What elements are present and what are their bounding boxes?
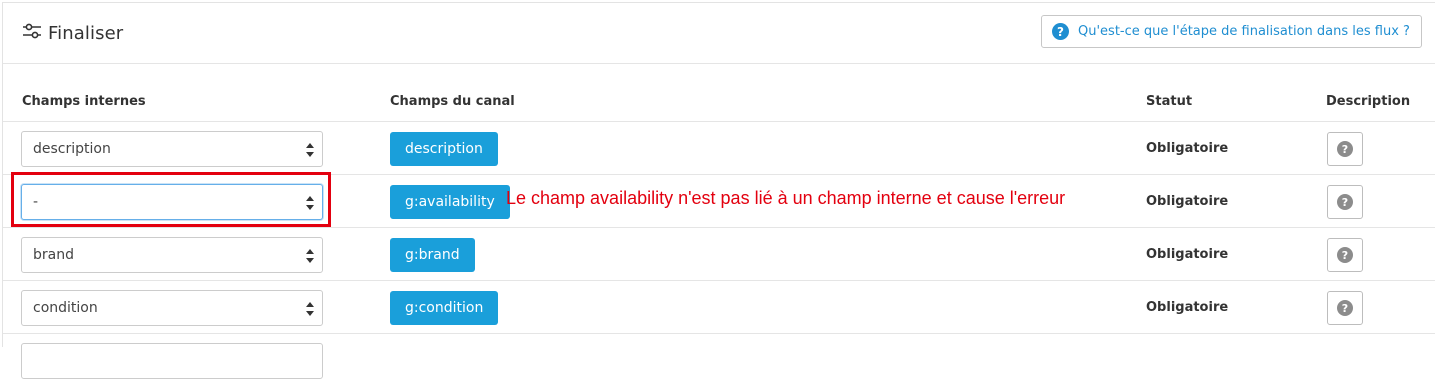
channel-field-tag: g:availability [390,185,510,219]
select-value: description [33,141,111,157]
internal-field-select[interactable]: brand [21,237,323,273]
description-help-button[interactable]: ? [1327,291,1363,325]
sort-caret-icon [306,249,314,263]
column-header-status: Statut [1146,94,1193,109]
question-circle-icon: ? [1337,194,1353,210]
description-help-button[interactable]: ? [1327,132,1363,166]
channel-field-tag: g:brand [390,238,475,272]
channel-field-tag: description [390,132,498,166]
question-circle-icon: ? [1337,247,1353,263]
column-header-description: Description [1326,94,1411,109]
table-row: brand g:brand Obligatoire ? [3,227,1435,281]
question-circle-icon: ? [1337,141,1353,157]
select-value: brand [33,247,74,263]
status-text: Obligatoire [1146,141,1229,156]
status-text: Obligatoire [1146,194,1229,209]
page-title: Finaliser [48,22,124,44]
status-text: Obligatoire [1146,247,1229,262]
internal-field-select[interactable] [21,343,323,379]
description-help-button[interactable]: ? [1327,185,1363,219]
help-link-label: Qu'est-ce que l'étape de finalisation da… [1078,24,1410,39]
panel-header: Finaliser ? Qu'est-ce que l'étape de fin… [3,3,1435,64]
select-value: condition [33,300,98,316]
question-circle-icon: ? [1337,300,1353,316]
internal-field-select[interactable]: description [21,131,323,167]
description-help-button[interactable]: ? [1327,238,1363,272]
column-header-channel: Champs du canal [390,94,515,109]
table-row: description description Obligatoire ? [3,121,1435,175]
sliders-icon [22,21,42,45]
header-title: Finaliser [22,21,123,45]
column-header-internal: Champs internes [22,94,146,109]
error-highlight-box [11,172,331,227]
help-link-button[interactable]: ? Qu'est-ce que l'étape de finalisation … [1041,15,1422,48]
sort-caret-icon [306,302,314,316]
internal-field-select[interactable]: condition [21,290,323,326]
sort-caret-icon [306,143,314,157]
table-row [3,333,1435,387]
table-row: condition g:condition Obligatoire ? [3,280,1435,334]
error-annotation: Le champ availability n'est pas lié à un… [506,188,1066,208]
channel-field-tag: g:condition [390,291,499,325]
status-text: Obligatoire [1146,300,1229,315]
question-circle-icon: ? [1052,23,1069,40]
